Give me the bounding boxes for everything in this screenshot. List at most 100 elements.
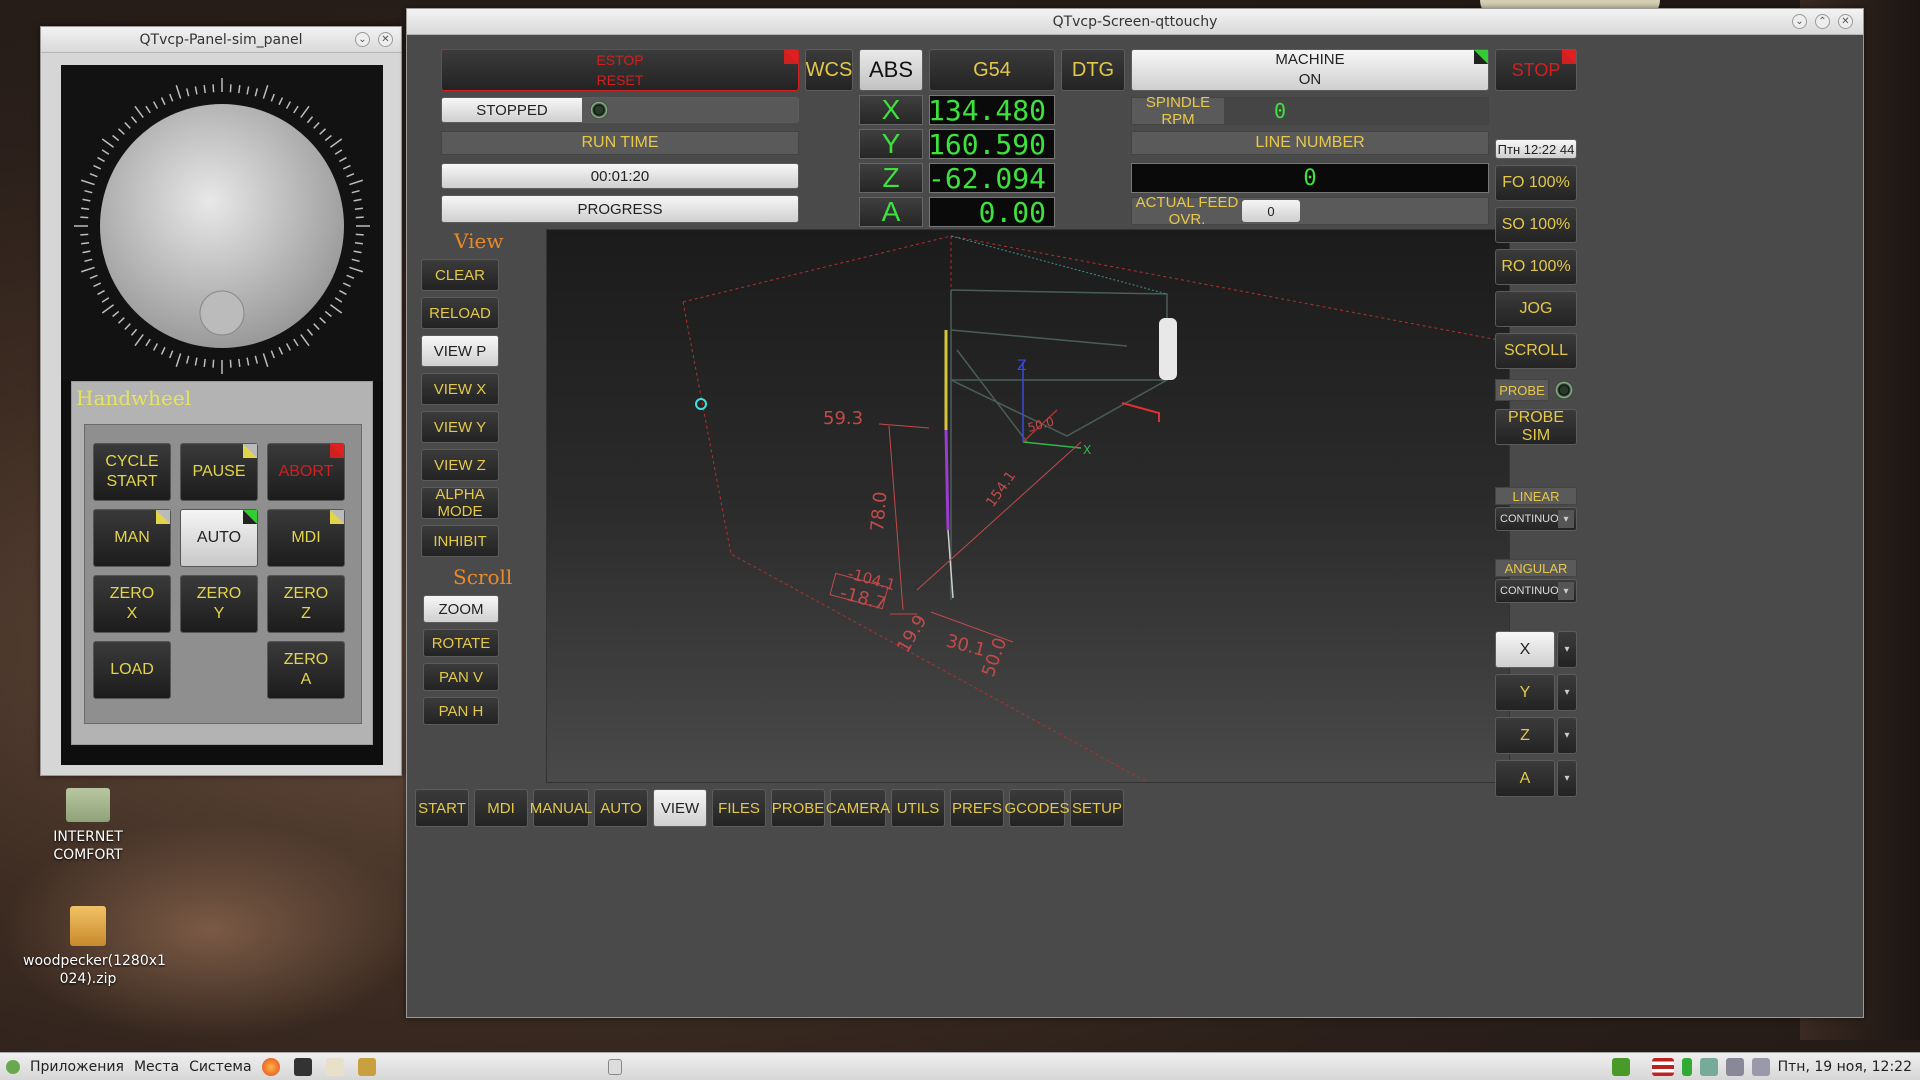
show-desktop-icon[interactable] bbox=[607, 1058, 622, 1075]
home-marker bbox=[695, 398, 707, 410]
screen-titlebar[interactable]: QTvcp-Screen-qttouchy ⌄ ⌃ ✕ bbox=[407, 9, 1863, 35]
minimize-icon[interactable]: ⌄ bbox=[355, 32, 370, 47]
view-button-clear[interactable]: CLEAR bbox=[421, 259, 499, 291]
jog-axis-a-button[interactable]: A bbox=[1495, 760, 1555, 797]
zero-x-button[interactable]: ZERO X bbox=[93, 575, 171, 633]
tool-icon bbox=[1159, 318, 1177, 380]
tool-launcher-icon[interactable] bbox=[357, 1057, 376, 1076]
jog-axis-x-button[interactable]: X bbox=[1495, 631, 1555, 668]
gcode-preview-viewport[interactable]: 59.3 78.0 -104.1 -18.7 19.9 30.1 50.0 15… bbox=[546, 229, 1510, 783]
terminal-icon[interactable] bbox=[293, 1057, 312, 1076]
battery-icon[interactable] bbox=[1681, 1057, 1692, 1076]
view-button-view-z[interactable]: VIEW Z bbox=[421, 449, 499, 481]
tab-manual[interactable]: MANUAL bbox=[530, 789, 592, 827]
handwheel-dial[interactable] bbox=[61, 65, 383, 381]
tab-view[interactable]: VIEW bbox=[653, 789, 707, 827]
abort-button[interactable]: ABORT bbox=[267, 443, 345, 501]
panel-titlebar[interactable]: QTvcp-Panel-sim_panel ⌄ ✕ bbox=[41, 27, 401, 53]
estop-reset-button[interactable]: ESTOP RESET bbox=[441, 49, 799, 91]
close-icon[interactable]: ✕ bbox=[1838, 14, 1853, 29]
axis-x-label[interactable]: X bbox=[859, 94, 923, 125]
taskbar-system-menu[interactable]: Система bbox=[189, 1059, 251, 1075]
machine-on-button[interactable]: MACHINE ON bbox=[1131, 49, 1489, 91]
tab-gcodes[interactable]: GCODES bbox=[1005, 789, 1070, 827]
scroll-button-pan-h[interactable]: PAN H bbox=[423, 697, 499, 725]
exit-icon[interactable] bbox=[1611, 1057, 1630, 1076]
text-editor-icon[interactable] bbox=[325, 1057, 344, 1076]
menu-logo-icon[interactable] bbox=[6, 1059, 20, 1074]
axis-a-label[interactable]: A bbox=[859, 196, 923, 227]
jog-axis-y-button[interactable]: Y bbox=[1495, 674, 1555, 711]
zero-z-button[interactable]: ZERO Z bbox=[267, 575, 345, 633]
taskbar-clock[interactable]: Птн, 19 ноя, 12:22 bbox=[1778, 1059, 1912, 1075]
probe-sim-button[interactable]: PROBE SIM bbox=[1495, 409, 1577, 445]
indicator-corner bbox=[1562, 50, 1576, 64]
feed-override-button[interactable]: FO 100% bbox=[1495, 165, 1577, 201]
volume-icon[interactable] bbox=[1725, 1057, 1744, 1076]
tab-mdi[interactable]: MDI bbox=[474, 789, 528, 827]
scroll-button-zoom[interactable]: ZOOM bbox=[423, 595, 499, 623]
view-button-inhibit[interactable]: INHIBIT bbox=[421, 525, 499, 557]
tab-camera[interactable]: CAMERA bbox=[826, 789, 890, 827]
stop-label: STOP bbox=[1511, 59, 1561, 80]
view-button-alpha-mode[interactable]: ALPHA MODE bbox=[421, 486, 499, 520]
axis-z-label[interactable]: Z bbox=[859, 162, 923, 193]
minimize-icon[interactable]: ⌄ bbox=[1792, 14, 1807, 29]
auto-button[interactable]: AUTO bbox=[180, 509, 258, 567]
line-number-value: 0 bbox=[1131, 163, 1489, 193]
spindle-override-button[interactable]: SO 100% bbox=[1495, 207, 1577, 243]
abs-button[interactable]: ABS bbox=[859, 49, 923, 91]
man-button[interactable]: MAN bbox=[93, 509, 171, 567]
scroll-button[interactable]: SCROLL bbox=[1495, 333, 1577, 369]
linear-increment-select[interactable]: CONTINUOUS ▾ bbox=[1495, 507, 1577, 531]
tab-auto[interactable]: AUTO bbox=[594, 789, 648, 827]
network-icon[interactable] bbox=[1699, 1057, 1718, 1076]
taskbar-applications-menu[interactable]: Приложения bbox=[30, 1059, 124, 1075]
stop-button[interactable]: STOP bbox=[1495, 49, 1577, 91]
dtg-button[interactable]: DTG bbox=[1061, 49, 1125, 91]
jog-button[interactable]: JOG bbox=[1495, 291, 1577, 327]
feed-override-slider[interactable]: 0 bbox=[1242, 200, 1300, 222]
view-button-view-y[interactable]: VIEW Y bbox=[421, 411, 499, 443]
notes-icon[interactable] bbox=[1751, 1057, 1770, 1076]
zero-y-button[interactable]: ZERO Y bbox=[180, 575, 258, 633]
cycle-start-button[interactable]: CYCLE START bbox=[93, 443, 171, 501]
view-button-view-p[interactable]: VIEW P bbox=[421, 335, 499, 367]
desktop-icon-woodpecker-zip[interactable]: woodpecker(1280x1 024).zip bbox=[23, 906, 166, 988]
mdi-button[interactable]: MDI bbox=[267, 509, 345, 567]
jog-axis-a-chevron-down-icon[interactable]: ▾ bbox=[1557, 760, 1577, 797]
keyboard-layout-flag-icon[interactable] bbox=[1651, 1057, 1674, 1076]
desktop-icon-internet-comfort[interactable]: INTERNET COMFORT bbox=[23, 788, 153, 864]
tab-utils[interactable]: UTILS bbox=[891, 789, 945, 827]
spindle-rpm-bar: SPINDLE RPM 0 bbox=[1131, 94, 1489, 128]
axis-y-label[interactable]: Y bbox=[859, 128, 923, 159]
angular-increment-select[interactable]: CONTINUOUS ▾ bbox=[1495, 579, 1577, 603]
pause-button[interactable]: PAUSE bbox=[180, 443, 258, 501]
zero-a-button[interactable]: ZERO A bbox=[267, 641, 345, 699]
jog-axis-z-chevron-down-icon[interactable]: ▾ bbox=[1557, 717, 1577, 754]
status-text: STOPPED bbox=[476, 101, 548, 119]
jog-axis-x-chevron-down-icon[interactable]: ▾ bbox=[1557, 631, 1577, 668]
jog-axis-z-button[interactable]: Z bbox=[1495, 717, 1555, 754]
view-button-reload[interactable]: RELOAD bbox=[421, 297, 499, 329]
tab-start[interactable]: START bbox=[415, 789, 469, 827]
wcs-button[interactable]: WCS bbox=[805, 49, 853, 91]
folder-icon bbox=[66, 788, 110, 822]
tab-files[interactable]: FILES bbox=[712, 789, 766, 827]
close-icon[interactable]: ✕ bbox=[378, 32, 393, 47]
abort-label: ABORT bbox=[278, 463, 334, 480]
g54-button[interactable]: G54 bbox=[929, 49, 1055, 91]
taskbar-places-menu[interactable]: Места bbox=[134, 1059, 179, 1075]
maximize-icon[interactable]: ⌃ bbox=[1815, 14, 1830, 29]
tab-setup[interactable]: SETUP bbox=[1070, 789, 1124, 827]
scroll-button-pan-v[interactable]: PAN V bbox=[423, 663, 499, 691]
rapid-override-button[interactable]: RO 100% bbox=[1495, 249, 1577, 285]
tab-probe[interactable]: PROBE bbox=[771, 789, 825, 827]
tab-prefs[interactable]: PREFS bbox=[950, 789, 1004, 827]
view-button-view-x[interactable]: VIEW X bbox=[421, 373, 499, 405]
jog-axis-y-chevron-down-icon[interactable]: ▾ bbox=[1557, 674, 1577, 711]
scroll-button-rotate[interactable]: ROTATE bbox=[423, 629, 499, 657]
firefox-icon[interactable] bbox=[261, 1057, 280, 1076]
load-button[interactable]: LOAD bbox=[93, 641, 171, 699]
gcode-preview-graphics: 59.3 78.0 -104.1 -18.7 19.9 30.1 50.0 15… bbox=[682, 235, 1510, 783]
